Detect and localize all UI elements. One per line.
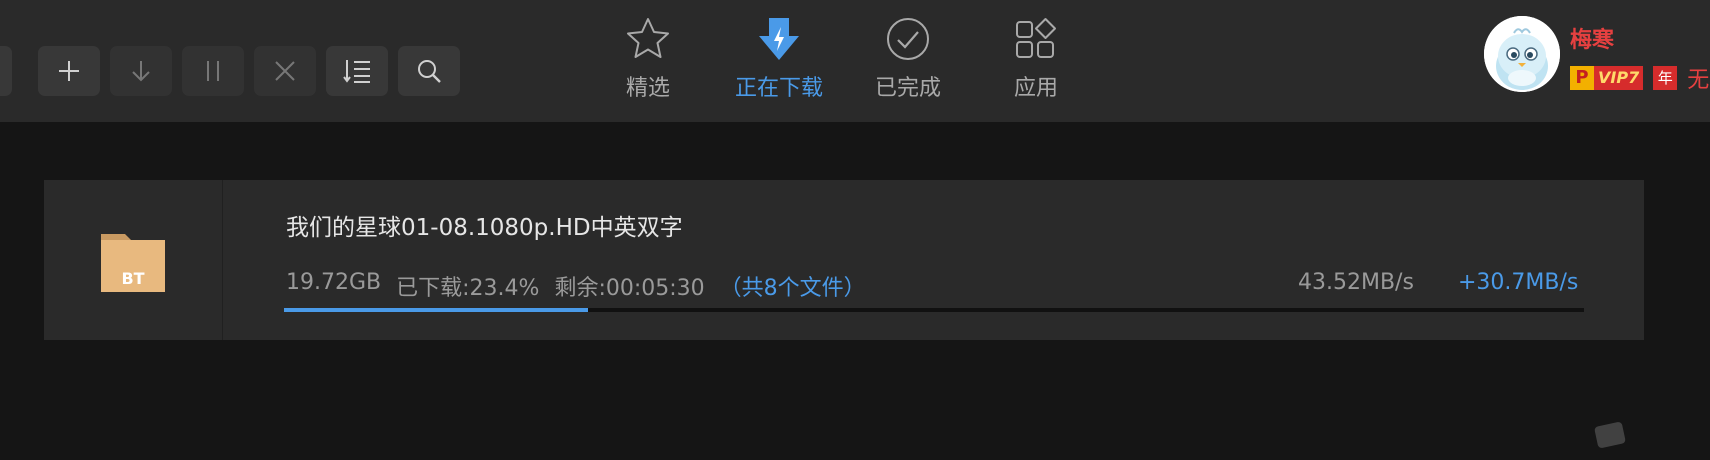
progress-bar [284, 308, 1584, 312]
tab-downloading-label: 正在下载 [734, 76, 823, 101]
task-downloaded: 已下载:23.4% [396, 276, 540, 301]
sort-list-icon [343, 60, 370, 83]
username[interactable]: 梅寒 [1570, 22, 1614, 54]
task-stats: 19.72GB 已下载:23.4% 剩余:00:05:30 （共8个文件） [286, 270, 866, 302]
vip-badge[interactable]: P VIP7 [1570, 66, 1644, 90]
tab-downloading[interactable]: 正在下载 [724, 14, 834, 104]
search-icon [418, 60, 441, 83]
progress-fill [284, 308, 589, 312]
plus-icon [59, 61, 79, 81]
top-toolbar: 精选 正在下载 已完成 应用 梅寒 P VIP7 年 无 [0, 0, 1710, 122]
task-remaining: 剩余:00:05:30 [554, 276, 705, 301]
tab-featured[interactable]: 精选 [593, 14, 703, 104]
avatar[interactable] [1484, 16, 1560, 92]
apps-grid-icon [1016, 18, 1056, 58]
tab-apps-label: 应用 [1013, 76, 1058, 101]
vip-p-mark: P [1570, 66, 1594, 90]
download-speed: 43.52MB/s [1298, 270, 1414, 295]
task-size: 19.72GB [286, 270, 382, 295]
watermark [1594, 421, 1626, 449]
year-badge: 年 [1653, 66, 1678, 90]
toolbar-partial-button[interactable] [0, 46, 12, 96]
download-button[interactable] [110, 46, 172, 96]
sort-button[interactable] [326, 46, 388, 96]
bt-folder-icon: BT [101, 228, 165, 292]
add-button[interactable] [38, 46, 100, 96]
tab-featured-label: 精选 [625, 76, 670, 101]
close-icon [275, 61, 295, 81]
task-icon-column: BT [44, 180, 223, 340]
pause-button[interactable] [182, 46, 244, 96]
bt-label: BT [121, 269, 145, 288]
arrow-down-icon [132, 61, 150, 82]
task-name: 我们的星球01-08.1080p.HD中英双字 [286, 215, 683, 241]
user-trailing-text: 无 [1687, 68, 1710, 93]
pause-icon [207, 61, 219, 81]
vip-level: VIP7 [1594, 66, 1644, 90]
watermark-logo [1594, 421, 1626, 449]
star-icon [627, 18, 669, 58]
search-button[interactable] [398, 46, 460, 96]
download-lightning-icon [759, 18, 799, 60]
tab-completed-label: 已完成 [874, 76, 941, 101]
tab-apps[interactable]: 应用 [981, 14, 1091, 104]
download-task-row[interactable]: BT 我们的星球01-08.1080p.HD中英双字 19.72GB 已下载:2… [44, 180, 1644, 340]
task-files-link[interactable]: （共8个文件） [720, 270, 866, 302]
bird-avatar-icon [1484, 16, 1560, 92]
user-badges: P VIP7 年 无 [1570, 62, 1709, 94]
check-circle-icon [887, 18, 929, 60]
accelerated-speed: +30.7MB/s [1458, 270, 1579, 295]
tab-completed[interactable]: 已完成 [853, 14, 963, 104]
delete-button[interactable] [254, 46, 316, 96]
